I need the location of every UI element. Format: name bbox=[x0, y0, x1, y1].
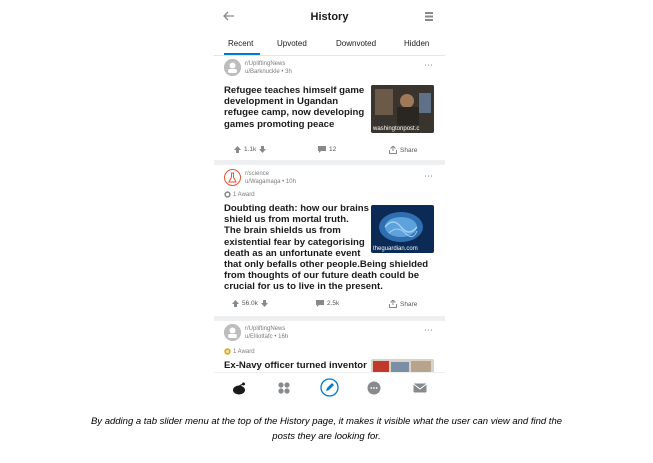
history-tab-bar: Recent Upvoted Downvoted Hidden bbox=[214, 33, 445, 56]
more-options-icon[interactable]: ⋯ bbox=[424, 325, 433, 336]
award-icon bbox=[224, 191, 231, 198]
page-title: History bbox=[310, 11, 349, 23]
post-title[interactable]: Ex-Navy officer turned inventor bbox=[224, 360, 367, 371]
share-icon bbox=[389, 300, 397, 308]
share-button[interactable]: Share bbox=[389, 146, 417, 154]
subreddit-name[interactable]: r/UpliftingNews bbox=[245, 325, 285, 333]
downvote-icon[interactable] bbox=[260, 300, 268, 307]
create-post-icon[interactable] bbox=[320, 378, 339, 397]
post-thumbnail[interactable] bbox=[371, 359, 434, 372]
more-options-icon[interactable]: ⋯ bbox=[424, 171, 433, 182]
tab-downvoted[interactable]: Downvoted bbox=[336, 39, 376, 48]
post-actions: 1.1k 12 Share bbox=[214, 146, 445, 158]
award-badge: 1 Award bbox=[224, 348, 255, 355]
inbox-icon[interactable] bbox=[412, 380, 428, 396]
subreddit-icon bbox=[224, 324, 241, 341]
post-card[interactable]: r/UpliftingNews u/Barknuckle • 3h ⋯ Refu… bbox=[214, 56, 445, 160]
comment-icon bbox=[318, 146, 326, 153]
vote-count: 56.0k bbox=[242, 300, 258, 307]
award-badge: 1 Award bbox=[224, 191, 255, 198]
post-meta: u/Wagamaga • 10h bbox=[245, 179, 296, 185]
share-label: Share bbox=[400, 146, 418, 154]
share-label: Share bbox=[400, 300, 418, 308]
tab-hidden[interactable]: Hidden bbox=[404, 39, 429, 48]
post-card[interactable]: r/UpliftingNews u/Elliottafc • 16h ⋯ 1 A… bbox=[214, 321, 445, 372]
post-thumbnail[interactable]: washingtonpost.c bbox=[371, 85, 434, 133]
post-card[interactable]: r/science u/Wagamaga • 10h ⋯ 1 Award Dou… bbox=[214, 165, 445, 316]
tab-recent[interactable]: Recent bbox=[228, 39, 253, 48]
science-flask-icon bbox=[228, 172, 237, 183]
award-icon bbox=[224, 348, 231, 355]
thumbnail-image bbox=[371, 359, 434, 372]
vote-count: 1.1k bbox=[244, 146, 257, 153]
thumbnail-domain: washingtonpost.c bbox=[373, 126, 420, 132]
subreddit-name[interactable]: r/science bbox=[245, 170, 269, 178]
subreddit-name[interactable]: r/UpliftingNews bbox=[245, 60, 285, 68]
figure-caption: By adding a tab slider menu at the top o… bbox=[90, 416, 563, 442]
post-actions: 56.0k 2.5k Share bbox=[214, 300, 445, 312]
tab-upvoted[interactable]: Upvoted bbox=[277, 39, 307, 48]
phone-screen: History Recent Upvoted Downvoted Hidden … bbox=[214, 0, 445, 402]
app-header: History bbox=[214, 0, 445, 33]
communities-icon[interactable] bbox=[276, 380, 292, 396]
comment-count: 12 bbox=[329, 146, 337, 153]
chat-icon[interactable] bbox=[366, 380, 382, 396]
thumbnail-domain: theguardian.com bbox=[373, 246, 418, 252]
active-tab-indicator bbox=[224, 53, 260, 55]
bottom-navigation bbox=[214, 372, 445, 402]
share-icon bbox=[389, 146, 397, 154]
upvote-icon[interactable] bbox=[234, 146, 241, 153]
post-title[interactable]: Refugee teaches himself game development… bbox=[224, 85, 364, 130]
subreddit-avatar bbox=[224, 324, 241, 341]
downvote-icon[interactable] bbox=[259, 146, 267, 153]
post-meta: u/Elliottafc • 16h bbox=[245, 334, 289, 340]
home-icon[interactable] bbox=[231, 380, 247, 396]
comments-button[interactable]: 2.5k bbox=[316, 300, 339, 307]
comments-button[interactable]: 12 bbox=[318, 146, 336, 153]
subreddit-avatar bbox=[224, 59, 241, 76]
more-options-icon[interactable]: ⋯ bbox=[424, 60, 433, 71]
share-button[interactable]: Share bbox=[389, 300, 417, 308]
comment-count: 2.5k bbox=[327, 300, 340, 307]
subreddit-icon bbox=[224, 59, 241, 76]
post-thumbnail[interactable]: theguardian.com bbox=[371, 205, 434, 253]
subreddit-avatar bbox=[224, 169, 241, 186]
post-meta: u/Barknuckle • 3h bbox=[245, 69, 292, 75]
menu-icon[interactable] bbox=[425, 12, 433, 21]
comment-icon bbox=[316, 300, 324, 307]
upvote-icon[interactable] bbox=[232, 300, 239, 307]
